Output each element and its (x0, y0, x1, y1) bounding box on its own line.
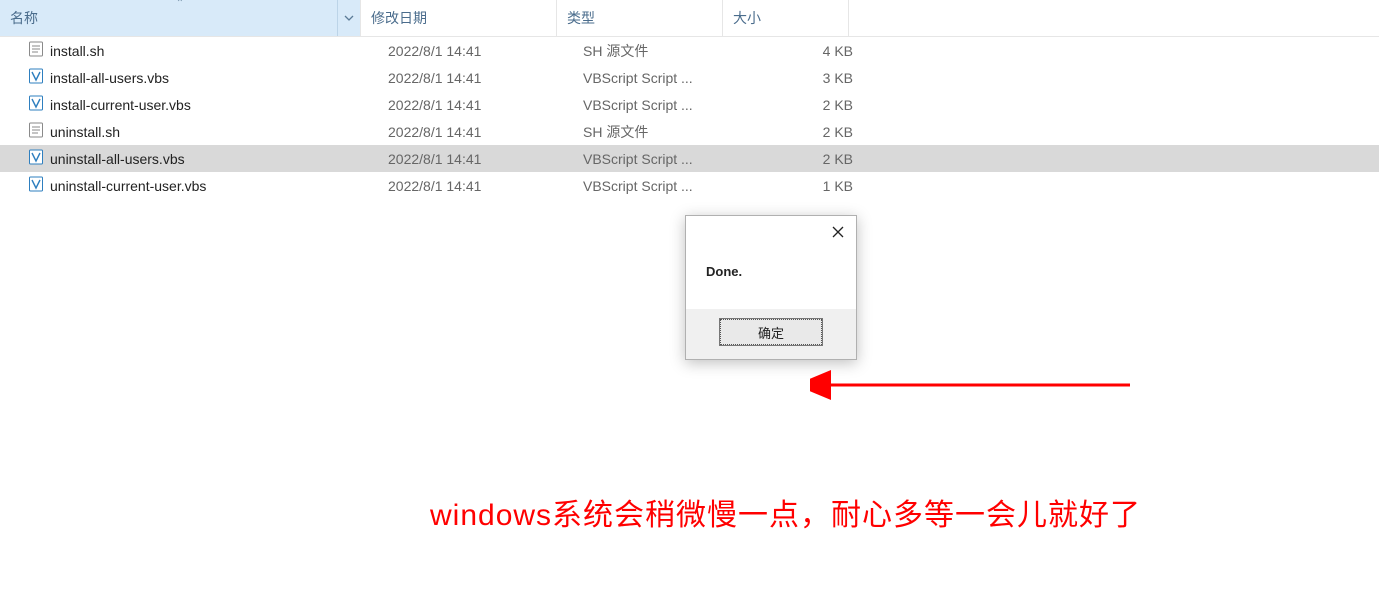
file-name-cell: install-current-user.vbs (0, 95, 378, 114)
file-date: 2022/8/1 14:41 (378, 124, 573, 140)
column-header-date[interactable]: 修改日期 (361, 0, 557, 36)
file-row[interactable]: uninstall-current-user.vbs 2022/8/1 14:41… (0, 172, 1379, 199)
vbs-file-icon (28, 176, 44, 195)
file-row[interactable]: uninstall-all-users.vbs 2022/8/1 14:41VBS… (0, 145, 1379, 172)
ok-button-label: 确定 (758, 323, 784, 342)
vbs-file-icon (28, 149, 44, 168)
file-type: VBScript Script ... (573, 178, 738, 194)
annotation-text: windows系统会稍微慢一点，耐心多等一会儿就好了 (430, 490, 1141, 534)
ok-button[interactable]: 确定 (720, 319, 822, 345)
file-type: VBScript Script ... (573, 97, 738, 113)
annotation-arrow (810, 360, 1140, 410)
message-dialog: Done. 确定 (685, 215, 857, 360)
file-type: VBScript Script ... (573, 151, 738, 167)
file-type: VBScript Script ... (573, 70, 738, 86)
dialog-titlebar (686, 216, 856, 248)
file-name: uninstall-all-users.vbs (50, 151, 185, 167)
file-name-cell: uninstall-current-user.vbs (0, 176, 378, 195)
dialog-message: Done. (686, 248, 856, 309)
column-header-type-label: 类型 (567, 8, 595, 28)
column-header-size[interactable]: 大小 (723, 0, 849, 36)
sort-ascending-icon: ⌃ (176, 0, 184, 9)
file-size: 2 KB (738, 124, 875, 140)
sh-file-icon (28, 41, 44, 60)
file-type: SH 源文件 (573, 41, 738, 61)
file-name: install-all-users.vbs (50, 70, 169, 86)
file-name-cell: install.sh (0, 41, 378, 60)
column-header-name-label: 名称 (10, 8, 38, 28)
file-date: 2022/8/1 14:41 (378, 70, 573, 86)
file-name-cell: install-all-users.vbs (0, 68, 378, 87)
column-header-type[interactable]: 类型 (557, 0, 723, 36)
file-size: 2 KB (738, 97, 875, 113)
file-size: 1 KB (738, 178, 875, 194)
file-list: install.sh2022/8/1 14:41SH 源文件4 KBinstal… (0, 37, 1379, 199)
dialog-footer: 确定 (686, 309, 856, 359)
file-row[interactable]: install-current-user.vbs 2022/8/1 14:41VB… (0, 91, 1379, 118)
file-size: 3 KB (738, 70, 875, 86)
column-header-size-label: 大小 (733, 8, 761, 28)
column-header-name[interactable]: ⌃ 名称 (0, 0, 361, 36)
file-name: uninstall.sh (50, 124, 120, 140)
file-name: uninstall-current-user.vbs (50, 178, 206, 194)
vbs-file-icon (28, 68, 44, 87)
file-size: 4 KB (738, 43, 875, 59)
file-date: 2022/8/1 14:41 (378, 178, 573, 194)
file-name: install-current-user.vbs (50, 97, 191, 113)
column-header-date-label: 修改日期 (371, 8, 427, 28)
file-date: 2022/8/1 14:41 (378, 43, 573, 59)
column-headers: ⌃ 名称 修改日期 类型 大小 (0, 0, 1379, 37)
file-name-cell: uninstall.sh (0, 122, 378, 141)
file-date: 2022/8/1 14:41 (378, 97, 573, 113)
file-name: install.sh (50, 43, 104, 59)
vbs-file-icon (28, 95, 44, 114)
file-type: SH 源文件 (573, 122, 738, 142)
file-row[interactable]: uninstall.sh 2022/8/1 14:41SH 源文件2 KB (0, 118, 1379, 145)
file-explorer: ⌃ 名称 修改日期 类型 大小 install.sh 2022/8/1 14:41… (0, 0, 1379, 590)
file-date: 2022/8/1 14:41 (378, 151, 573, 167)
file-name-cell: uninstall-all-users.vbs (0, 149, 378, 168)
file-size: 2 KB (738, 151, 875, 167)
column-dropdown-icon[interactable] (337, 0, 360, 36)
file-row[interactable]: install.sh 2022/8/1 14:41SH 源文件4 KB (0, 37, 1379, 64)
sh-file-icon (28, 122, 44, 141)
file-row[interactable]: install-all-users.vbs 2022/8/1 14:41VBScr… (0, 64, 1379, 91)
close-icon[interactable] (820, 216, 856, 248)
